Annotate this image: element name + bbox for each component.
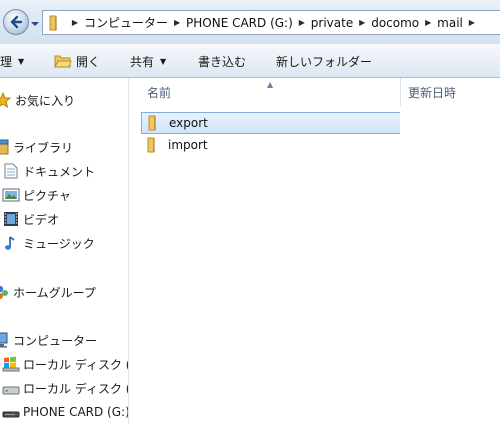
breadcrumb-docomo[interactable]: docomo: [370, 16, 420, 30]
breadcrumb-separator-icon[interactable]: ▶: [354, 18, 370, 27]
breadcrumb-computer[interactable]: コンピューター: [83, 14, 169, 31]
share-label: 共有: [130, 54, 155, 69]
nav-item-label: コンピューター: [13, 333, 98, 348]
nav-item-label: ピクチャ: [23, 188, 71, 203]
navigation-pane: お気に入り ライブラリ ドキュメント ピクチャ ビデオ ミュージック ホームグル…: [0, 78, 128, 424]
address-bar[interactable]: ▶ コンピューター ▶ PHONE CARD (G:) ▶ private ▶ …: [42, 10, 500, 35]
column-header-name[interactable]: 名前: [147, 78, 171, 106]
recent-pages-dropdown[interactable]: [30, 18, 40, 28]
breadcrumb-separator-icon[interactable]: ▶: [169, 18, 185, 27]
file-name: import: [168, 138, 208, 152]
folder-icon: [49, 15, 57, 30]
nav-item-homegroup[interactable]: ホームグループ: [0, 281, 96, 303]
breadcrumb-separator-icon[interactable]: ▶: [420, 18, 436, 27]
address-toolbar: ▶ コンピューター ▶ PHONE CARD (G:) ▶ private ▶ …: [0, 0, 500, 44]
open-label: 開く: [76, 54, 101, 69]
breadcrumb-phone-card[interactable]: PHONE CARD (G:): [185, 16, 294, 30]
new-folder-button[interactable]: 新しいフォルダー: [276, 44, 372, 78]
new-folder-label: 新しいフォルダー: [276, 54, 373, 69]
file-name: export: [169, 116, 208, 130]
nav-item-label: ドキュメント: [23, 164, 96, 179]
hard-drive-icon: [2, 386, 20, 395]
organize-label: 理: [0, 54, 13, 69]
chevron-down-icon: [31, 22, 39, 26]
burn-label: 書き込む: [198, 54, 247, 69]
folder-icon: [147, 137, 155, 153]
chevron-down-icon: ▼: [160, 56, 167, 66]
list-item[interactable]: import: [141, 134, 400, 156]
document-icon: [4, 163, 18, 179]
breadcrumb-private[interactable]: private: [310, 16, 354, 30]
computer-icon: [0, 332, 8, 348]
removable-drive-icon: [2, 411, 20, 418]
column-divider[interactable]: [400, 78, 401, 106]
music-note-icon: [5, 236, 15, 250]
back-button[interactable]: [3, 9, 29, 35]
nav-item-local-disk-d[interactable]: ローカル ディスク (: [2, 377, 128, 399]
column-name-label: 名前: [147, 85, 172, 100]
open-folder-icon: [54, 55, 72, 68]
burn-button[interactable]: 書き込む: [198, 44, 246, 78]
breadcrumb-mail[interactable]: mail: [436, 16, 464, 30]
date-column-area: [400, 108, 500, 164]
share-button[interactable]: 共有 ▼: [130, 44, 166, 78]
homegroup-icon: [0, 285, 8, 299]
nav-item-favorites[interactable]: お気に入り: [0, 89, 75, 111]
nav-item-videos[interactable]: ビデオ: [2, 208, 59, 230]
organize-button[interactable]: 理 ▼: [0, 44, 24, 78]
picture-icon: [2, 188, 20, 202]
nav-item-pictures[interactable]: ピクチャ: [2, 184, 71, 206]
nav-item-label: ビデオ: [23, 212, 60, 227]
film-icon: [4, 212, 18, 226]
nav-item-documents[interactable]: ドキュメント: [2, 160, 95, 182]
star-icon: [0, 92, 12, 108]
system-drive-icon: [2, 356, 20, 372]
command-bar: 理 ▼ 開く 共有 ▼ 書き込む 新しいフォルダー: [0, 44, 500, 78]
breadcrumb: ▶ コンピューター ▶ PHONE CARD (G:) ▶ private ▶ …: [67, 14, 480, 31]
back-arrow-icon: [10, 15, 23, 29]
nav-item-label: ローカル ディスク (: [23, 357, 128, 372]
breadcrumb-separator-icon[interactable]: ▶: [294, 18, 310, 27]
open-button[interactable]: 開く: [54, 44, 100, 78]
breadcrumb-separator-icon[interactable]: ▶: [67, 18, 83, 27]
nav-item-label: PHONE CARD (G:): [23, 405, 128, 419]
nav-item-computer[interactable]: コンピューター: [0, 329, 97, 351]
library-icon: [0, 139, 9, 155]
folder-icon: [148, 115, 156, 131]
nav-item-label: ローカル ディスク (: [23, 381, 128, 396]
nav-item-libraries[interactable]: ライブラリ: [0, 136, 73, 158]
sort-ascending-icon: ▲: [267, 80, 274, 89]
column-header-date[interactable]: 更新日時: [408, 78, 456, 106]
nav-item-phone-card[interactable]: PHONE CARD (G:): [2, 401, 128, 423]
nav-item-music[interactable]: ミュージック: [2, 232, 95, 254]
nav-item-label: お気に入り: [15, 93, 76, 108]
nav-item-label: ホームグループ: [13, 285, 96, 300]
nav-item-local-disk-c[interactable]: ローカル ディスク (: [2, 353, 128, 375]
nav-item-label: ミュージック: [23, 236, 95, 251]
chevron-down-icon: ▼: [18, 56, 25, 66]
breadcrumb-separator-icon[interactable]: ▶: [464, 18, 480, 27]
nav-item-label: ライブラリ: [13, 140, 74, 155]
list-item[interactable]: export: [141, 112, 400, 134]
column-date-label: 更新日時: [408, 85, 457, 100]
